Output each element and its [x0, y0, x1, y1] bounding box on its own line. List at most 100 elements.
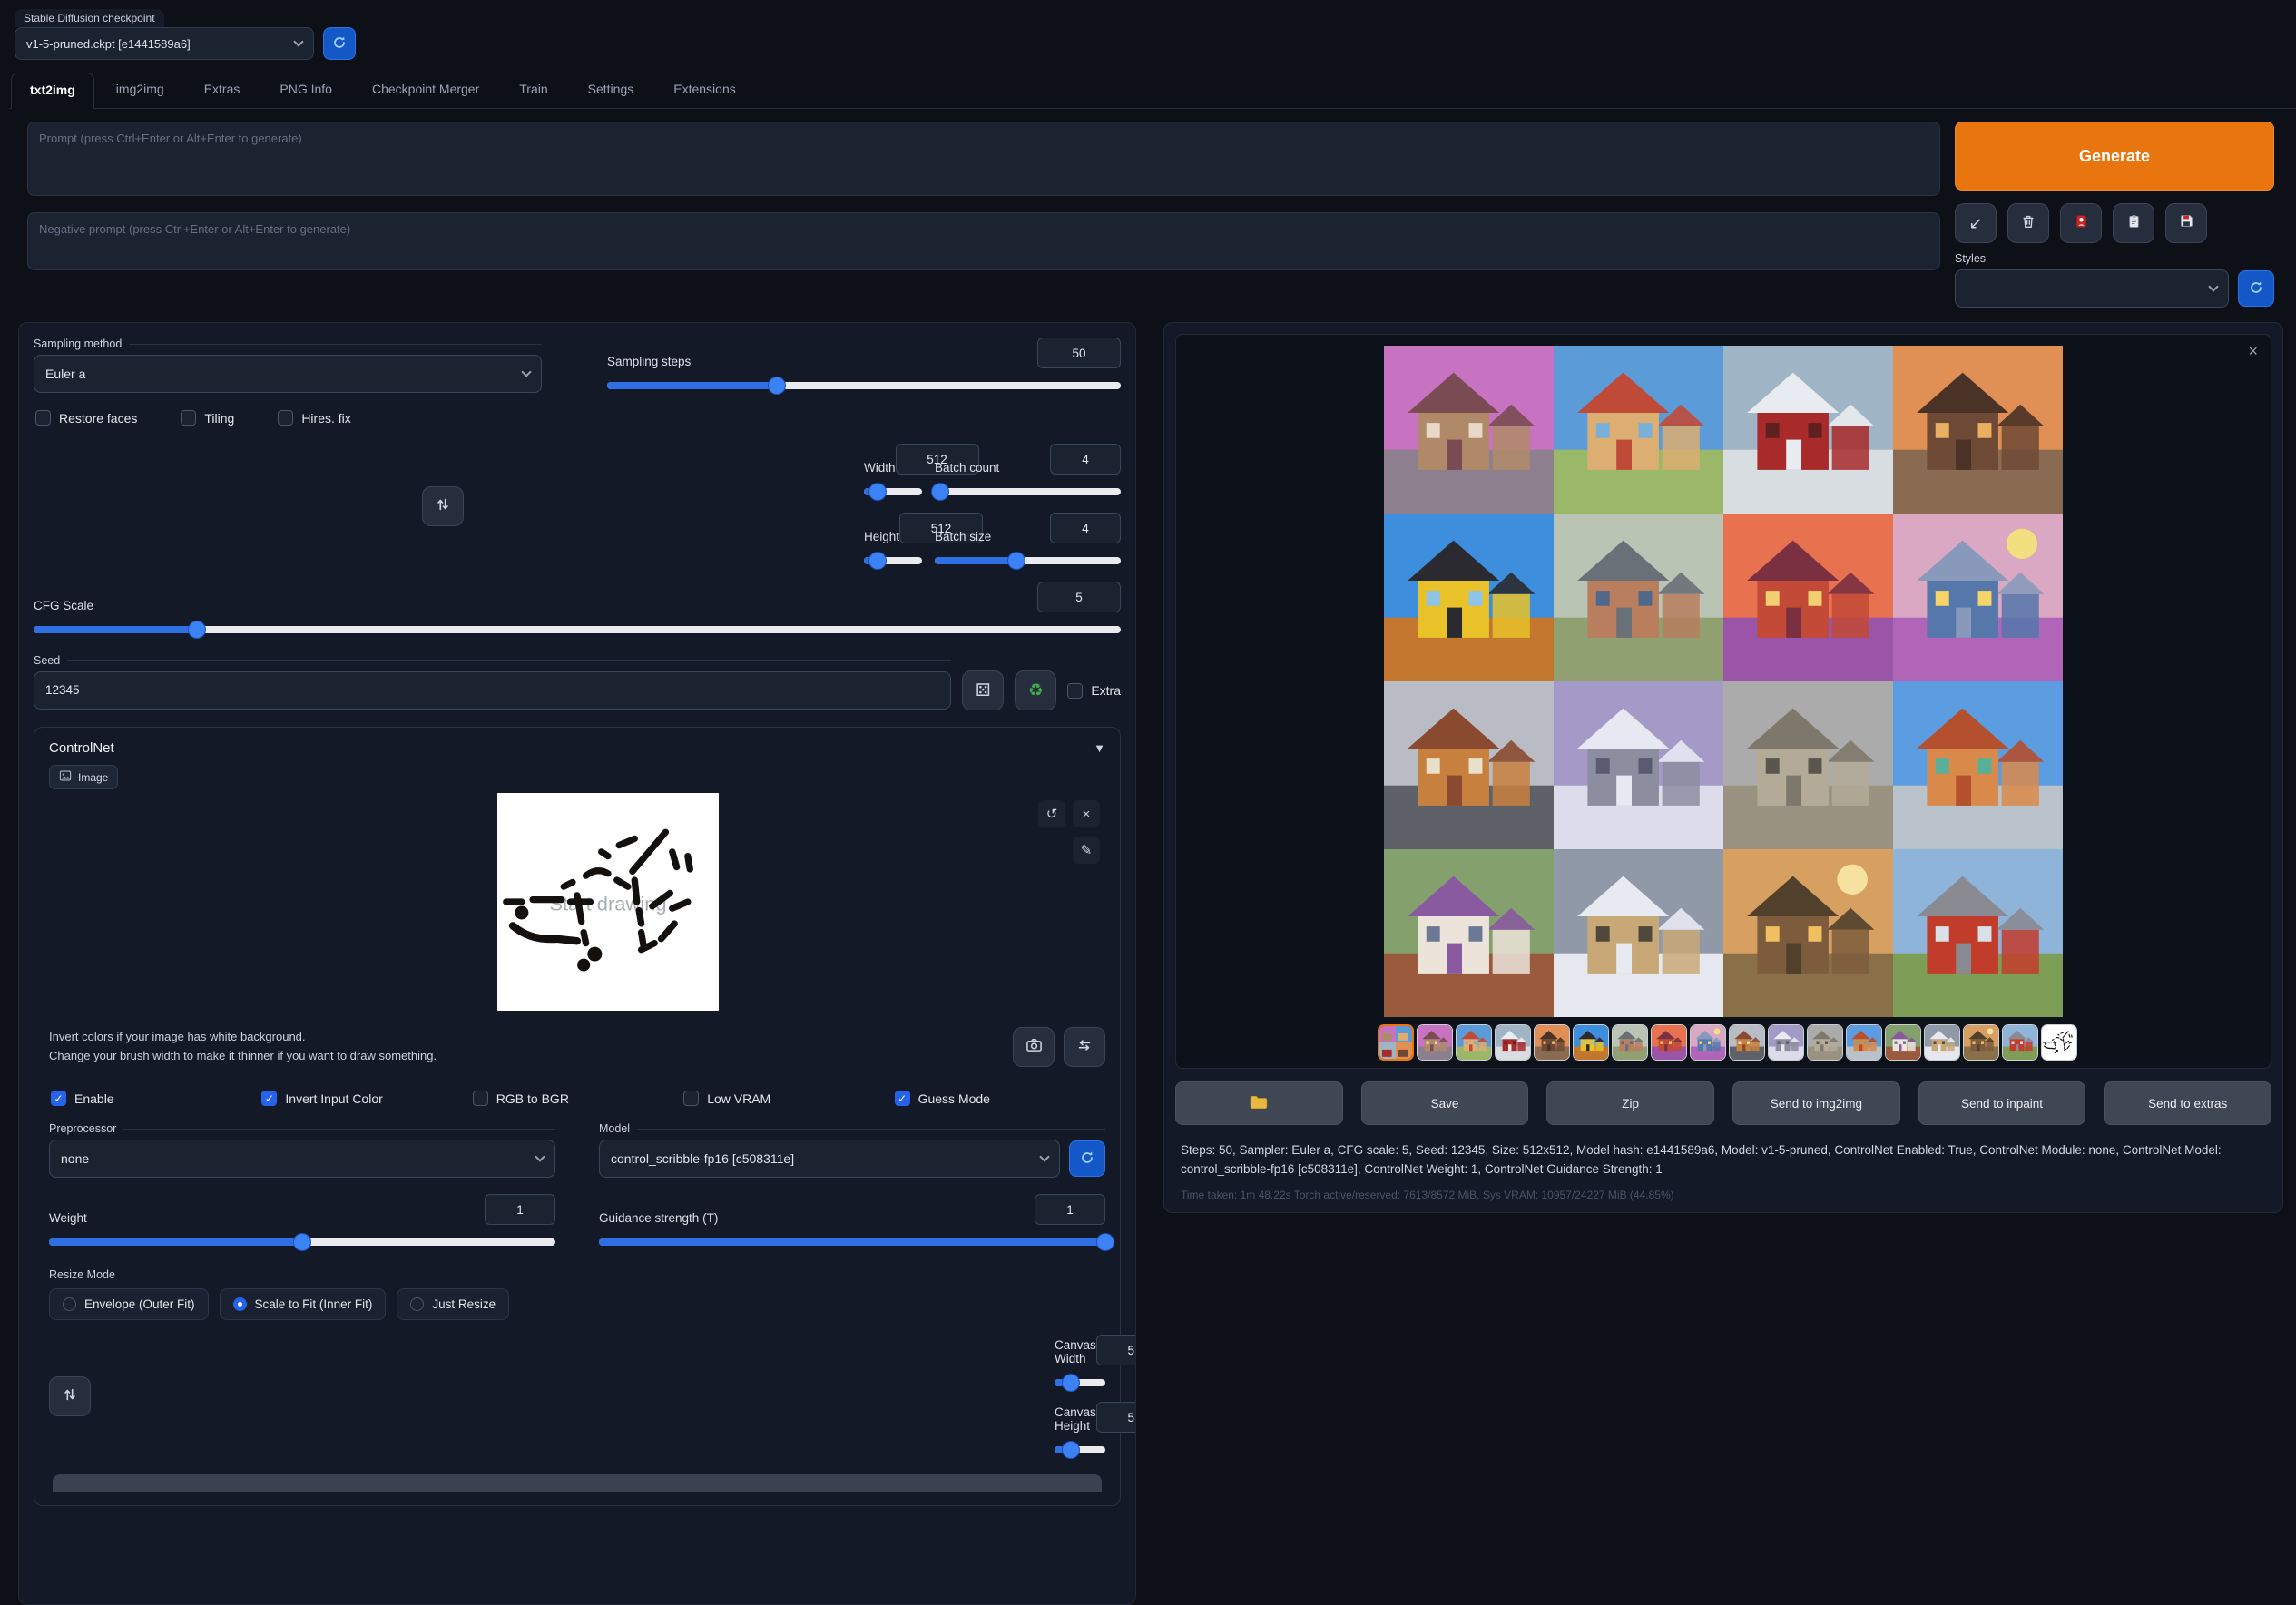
gallery-image-5[interactable]	[1384, 514, 1554, 681]
hires-fix-checkbox[interactable]: Hires. fix	[278, 410, 350, 426]
tab-extras[interactable]: Extras	[186, 73, 259, 108]
zip-button[interactable]: Zip	[1546, 1081, 1714, 1125]
resize-mode-just-resize[interactable]: Just Resize	[397, 1288, 509, 1320]
mirror-webcam-button[interactable]	[1064, 1027, 1105, 1067]
checkpoint-dropdown[interactable]: v1-5-pruned.ckpt [e1441589a6]	[15, 27, 314, 60]
controlnet-low-vram-checkbox[interactable]: Low VRAM	[683, 1091, 894, 1106]
guidance-strength-value[interactable]: 1	[1035, 1194, 1105, 1225]
reuse-seed-button[interactable]: ♻	[1015, 670, 1056, 710]
gallery-image-11[interactable]	[1723, 681, 1893, 849]
gallery-image-12[interactable]	[1893, 681, 2063, 849]
controlnet-header[interactable]: ControlNet ▼	[49, 740, 1105, 756]
canvas-width-slider[interactable]	[1055, 1375, 1105, 1391]
controlnet-rgb-to-bgr-checkbox[interactable]: RGB to BGR	[473, 1091, 683, 1106]
thumbnail-3[interactable]	[1495, 1024, 1531, 1061]
thumbnail-2[interactable]	[1456, 1024, 1492, 1061]
controlnet-enable-checkbox[interactable]: ✓Enable	[51, 1091, 261, 1106]
gallery-image-4[interactable]	[1893, 346, 2063, 514]
width-slider[interactable]	[864, 484, 922, 500]
seed-input[interactable]	[34, 671, 951, 710]
batch-count-value[interactable]: 4	[1050, 444, 1121, 475]
close-gallery-button[interactable]: ×	[2248, 342, 2258, 361]
thumbnail-6[interactable]	[1612, 1024, 1648, 1061]
swap-width-height-button[interactable]	[422, 486, 464, 526]
thumbnail-4[interactable]	[1534, 1024, 1570, 1061]
floppy-button[interactable]	[2165, 203, 2207, 243]
thumbnail-16[interactable]	[2002, 1024, 2038, 1061]
gallery-image-8[interactable]	[1893, 514, 2063, 681]
thumbnail-13[interactable]	[1885, 1024, 1921, 1061]
open-folder-button[interactable]	[1175, 1081, 1343, 1125]
controlnet-canvas[interactable]: Start drawing	[497, 793, 719, 1011]
trash-button[interactable]	[2007, 203, 2049, 243]
cfg-scale-value[interactable]: 5	[1037, 582, 1121, 612]
thumbnail-1[interactable]	[1417, 1024, 1453, 1061]
image-tab-chip[interactable]: Image	[49, 765, 118, 789]
negative-prompt-input[interactable]	[27, 212, 1940, 270]
thumbnail-15[interactable]	[1963, 1024, 1999, 1061]
controlnet-invert-input-color-checkbox[interactable]: ✓Invert Input Color	[261, 1091, 472, 1106]
gallery-image-14[interactable]	[1554, 849, 1723, 1017]
thumbnail-grid[interactable]	[1378, 1024, 1414, 1061]
undo-button[interactable]: ↺	[1038, 800, 1065, 827]
cfg-scale-slider[interactable]	[34, 621, 1121, 638]
thumbnail-10[interactable]	[1768, 1024, 1804, 1061]
thumbnail-5[interactable]	[1573, 1024, 1609, 1061]
batch-count-slider[interactable]	[935, 484, 1121, 500]
controlnet-model-dropdown[interactable]: control_scribble-fp16 [c508311e]	[599, 1140, 1060, 1178]
canvas-width-value[interactable]: 512	[1096, 1335, 1136, 1365]
prompt-input[interactable]	[27, 122, 1940, 196]
gallery-image-10[interactable]	[1554, 681, 1723, 849]
sampling-steps-value[interactable]: 50	[1037, 338, 1121, 368]
sampling-method-dropdown[interactable]: Euler a	[34, 355, 542, 393]
clear-image-button[interactable]: ×	[1073, 800, 1100, 827]
batch-size-value[interactable]: 4	[1050, 513, 1121, 543]
gallery-image-9[interactable]	[1384, 681, 1554, 849]
thumbnail-11[interactable]	[1807, 1024, 1843, 1061]
gallery-image-7[interactable]	[1723, 514, 1893, 681]
thumbnail-controlnet-scribble[interactable]	[2041, 1024, 2077, 1061]
resize-mode-scale-to-fit-inner-fit-[interactable]: Scale to Fit (Inner Fit)	[220, 1288, 387, 1320]
tab-img2img[interactable]: img2img	[98, 73, 182, 108]
seed-extra-checkbox[interactable]: Extra	[1067, 683, 1121, 699]
thumbnail-7[interactable]	[1651, 1024, 1687, 1061]
canvas-height-value[interactable]: 512	[1096, 1402, 1136, 1433]
thumbnail-8[interactable]	[1690, 1024, 1726, 1061]
random-seed-button[interactable]: ⚄	[962, 670, 1004, 710]
weight-value[interactable]: 1	[485, 1194, 555, 1225]
guidance-strength-slider[interactable]	[599, 1234, 1105, 1250]
preprocessor-dropdown[interactable]: none	[49, 1140, 555, 1178]
tiling-checkbox[interactable]: Tiling	[181, 410, 234, 426]
brush-button[interactable]: ✎	[1073, 837, 1100, 864]
resize-mode-envelope-outer-fit-[interactable]: Envelope (Outer Fit)	[49, 1288, 209, 1320]
webcam-button[interactable]	[1013, 1027, 1055, 1067]
tab-txt2img[interactable]: txt2img	[11, 73, 94, 109]
create-canvas-bar[interactable]	[53, 1474, 1102, 1492]
tab-train[interactable]: Train	[501, 73, 565, 108]
refresh-styles-button[interactable]	[2238, 270, 2274, 307]
extra-networks-card-button[interactable]	[2060, 203, 2102, 243]
thumbnail-14[interactable]	[1924, 1024, 1960, 1061]
refresh-models-button[interactable]	[1069, 1140, 1105, 1177]
send-to-inpaint-button[interactable]: Send to inpaint	[1918, 1081, 2086, 1125]
gallery-image-1[interactable]	[1384, 346, 1554, 514]
tab-checkpoint-merger[interactable]: Checkpoint Merger	[354, 73, 497, 108]
height-slider[interactable]	[864, 553, 922, 569]
gallery-image-3[interactable]	[1723, 346, 1893, 514]
controlnet-guess-mode-checkbox[interactable]: ✓Guess Mode	[895, 1091, 1105, 1106]
tab-extensions[interactable]: Extensions	[655, 73, 753, 108]
refresh-checkpoints-button[interactable]	[323, 27, 356, 60]
tab-settings[interactable]: Settings	[570, 73, 652, 108]
send-to-extras-button[interactable]: Send to extras	[2104, 1081, 2271, 1125]
paste-arrow-button[interactable]: ↙	[1955, 203, 1997, 243]
gallery-image-6[interactable]	[1554, 514, 1723, 681]
weight-slider[interactable]	[49, 1234, 555, 1250]
tab-png-info[interactable]: PNG Info	[261, 73, 350, 108]
canvas-height-slider[interactable]	[1055, 1442, 1105, 1458]
generate-button[interactable]: Generate	[1955, 122, 2274, 191]
send-to-img2img-button[interactable]: Send to img2img	[1732, 1081, 1900, 1125]
thumbnail-12[interactable]	[1846, 1024, 1882, 1061]
clipboard-button[interactable]	[2113, 203, 2154, 243]
gallery-image-16[interactable]	[1893, 849, 2063, 1017]
styles-dropdown[interactable]	[1955, 269, 2229, 308]
